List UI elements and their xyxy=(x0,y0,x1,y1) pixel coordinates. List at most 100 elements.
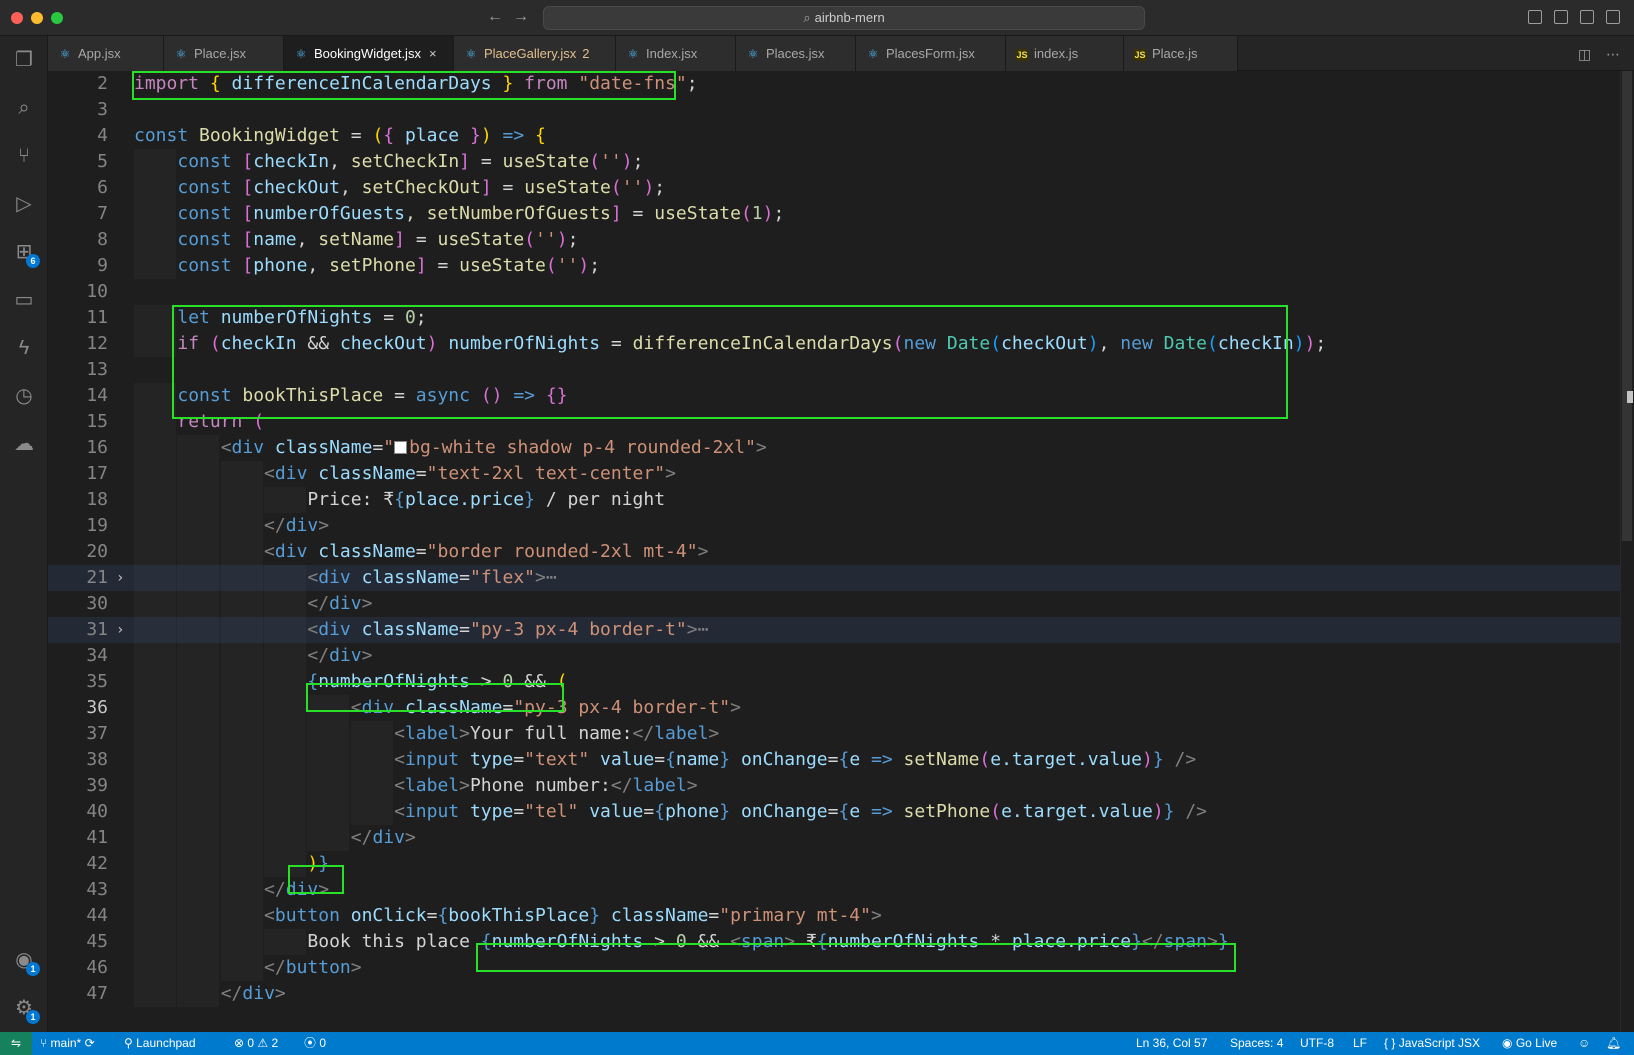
code-line[interactable]: 42 )} xyxy=(48,851,1634,877)
maximize-window-button[interactable] xyxy=(51,12,63,24)
docker-icon[interactable]: ☁ xyxy=(12,432,36,456)
code-line[interactable]: 5 const [checkIn, setCheckIn] = useState… xyxy=(48,149,1634,175)
code-editor[interactable]: 2 import { differenceInCalendarDays } fro… xyxy=(48,71,1634,1032)
tab-places-jsx[interactable]: ⚛ Places.jsx xyxy=(736,36,856,71)
code-line[interactable]: 8 const [name, setName] = useState(''); xyxy=(48,227,1634,253)
code-line[interactable]: 41 </div> xyxy=(48,825,1634,851)
notifications-bell-icon[interactable]: 🔔︎ xyxy=(1606,1032,1621,1055)
scrollbar-thumb[interactable] xyxy=(1622,71,1632,541)
code-line[interactable]: 21 › <div className="flex">⋯ xyxy=(48,565,1634,591)
toggle-panel-icon[interactable] xyxy=(1554,10,1568,24)
code-line[interactable]: 7 const [numberOfGuests, setNumberOfGues… xyxy=(48,201,1634,227)
customize-layout-icon[interactable] xyxy=(1606,10,1620,24)
code-line[interactable]: 30 </div> xyxy=(48,591,1634,617)
command-center-search[interactable]: ⌕ airbnb-mern xyxy=(543,6,1145,30)
code-line[interactable]: 45 Book this place {numberOfNights > 0 &… xyxy=(48,929,1634,955)
language-mode[interactable]: { } JavaScript JSX xyxy=(1384,1032,1480,1055)
code-line[interactable]: 47 </div> xyxy=(48,981,1634,1007)
code-line[interactable]: 13 xyxy=(48,357,1634,383)
lightning-icon[interactable]: ϟ xyxy=(12,336,36,360)
code-line[interactable]: 9 const [phone, setPhone] = useState('')… xyxy=(48,253,1634,279)
code-token: > xyxy=(730,697,741,718)
code-line[interactable]: 31 › <div className="py-3 px-4 border-t">… xyxy=(48,617,1634,643)
fold-chevron-icon[interactable]: › xyxy=(116,565,124,591)
forward-arrow-icon[interactable]: → xyxy=(513,8,529,26)
explorer-icon[interactable]: ❐ xyxy=(12,48,36,72)
cursor-position[interactable]: Ln 36, Col 57 xyxy=(1136,1032,1207,1055)
line-number: 11 xyxy=(86,307,108,328)
eol-status[interactable]: LF xyxy=(1353,1032,1367,1055)
color-swatch-white[interactable] xyxy=(394,441,408,454)
code-line[interactable]: 18 Price: ₹{place.price} / per night xyxy=(48,487,1634,513)
code-line[interactable]: 16 <div className=" bg-white shadow p-4 r… xyxy=(48,435,1634,461)
code-line[interactable]: 35 {numberOfNights > 0 && ( xyxy=(48,669,1634,695)
encoding-status[interactable]: UTF-8 xyxy=(1300,1032,1334,1055)
back-arrow-icon[interactable]: ← xyxy=(487,8,503,26)
code-token: ) xyxy=(480,125,492,146)
tab-place-js[interactable]: JS Place.js xyxy=(1124,36,1238,71)
code-token: Date xyxy=(1163,333,1208,354)
code-line[interactable]: 4 const BookingWidget = ({ place }) => { xyxy=(48,123,1634,149)
code-line[interactable]: 39 <label>Phone number:</label> xyxy=(48,773,1634,799)
branch-status[interactable]: ⑂ main* ⟳ xyxy=(40,1032,95,1055)
code-token: { xyxy=(394,489,405,510)
code-line[interactable]: 10 xyxy=(48,279,1634,305)
fold-chevron-icon[interactable]: › xyxy=(116,617,124,643)
toggle-primary-sidebar-icon[interactable] xyxy=(1528,10,1542,24)
close-window-button[interactable] xyxy=(11,12,23,24)
code-line[interactable]: 46 </button> xyxy=(48,955,1634,981)
code-line[interactable]: 36 <div className="py-3 px-4 border-t"> xyxy=(48,695,1634,721)
tab-index-js[interactable]: JS index.js xyxy=(1006,36,1124,71)
tab-close-icon[interactable]: × xyxy=(429,46,437,61)
indentation-status[interactable]: Spaces: 4 xyxy=(1230,1032,1283,1055)
search-icon[interactable]: ⌕ xyxy=(12,96,36,120)
code-line[interactable]: 43 </div> xyxy=(48,877,1634,903)
code-token: div xyxy=(274,541,319,562)
code-token: ) xyxy=(1141,749,1153,770)
toggle-secondary-sidebar-icon[interactable] xyxy=(1580,10,1594,24)
problems-status[interactable]: ⊗ 0 ⚠ 2 xyxy=(234,1032,278,1055)
remote-indicator-icon[interactable]: ⇋ xyxy=(0,1032,32,1055)
more-actions-icon[interactable]: ⋯ xyxy=(1606,46,1620,63)
code-line[interactable]: 6 const [checkOut, setCheckOut] = useSta… xyxy=(48,175,1634,201)
copilot-icon[interactable]: ☺ xyxy=(1578,1032,1590,1055)
code-token: = xyxy=(372,437,384,458)
code-line[interactable]: 20 <div className="border rounded-2xl mt… xyxy=(48,539,1634,565)
launchpad-status[interactable]: ⚲ Launchpad xyxy=(124,1032,196,1055)
source-control-icon[interactable]: ⑂ xyxy=(12,144,36,168)
extensions-icon[interactable]: ⊞ 6 xyxy=(12,240,40,268)
code-line[interactable]: 38 <input type="text" value={name} onCha… xyxy=(48,747,1634,773)
accounts-icon[interactable]: ◉ 1 xyxy=(12,948,40,976)
editor-scrollbar[interactable] xyxy=(1620,71,1634,1032)
code-line[interactable]: 2 import { differenceInCalendarDays } fro… xyxy=(48,71,1634,97)
code-line[interactable]: 17 <div className="text-2xl text-center"… xyxy=(48,461,1634,487)
tab-bookingwidget-jsx[interactable]: ⚛ BookingWidget.jsx × xyxy=(284,36,454,71)
tab-place-jsx[interactable]: ⚛ Place.jsx xyxy=(164,36,284,71)
timeline-icon[interactable]: ◷ xyxy=(12,384,36,408)
tab-index-jsx[interactable]: ⚛ Index.jsx xyxy=(616,36,736,71)
remote-explorer-icon[interactable]: ▭ xyxy=(12,288,36,312)
code-line[interactable]: 40 <input type="tel" value={phone} onCha… xyxy=(48,799,1634,825)
code-line[interactable]: 37 <label>Your full name:</label> xyxy=(48,721,1634,747)
code-line[interactable]: 15 return ( xyxy=(48,409,1634,435)
tab-placesform-jsx[interactable]: ⚛ PlacesForm.jsx xyxy=(856,36,1006,71)
ports-status[interactable]: ⦿ 0 xyxy=(304,1032,326,1055)
code-line[interactable]: 44 <button onClick={bookThisPlace} class… xyxy=(48,903,1634,929)
run-debug-icon[interactable]: ▷ xyxy=(12,192,36,216)
code-line[interactable]: 12 if (checkIn && checkOut) numberOfNigh… xyxy=(48,331,1634,357)
tab-app-jsx[interactable]: ⚛ App.jsx xyxy=(48,36,164,71)
go-live-status[interactable]: ◉ Go Live xyxy=(1502,1032,1557,1055)
code-line[interactable]: 19 </div> xyxy=(48,513,1634,539)
code-token: } xyxy=(1131,931,1142,952)
code-token: { xyxy=(665,749,676,770)
code-line[interactable]: 11 let numberOfNights = 0; xyxy=(48,305,1634,331)
code-line[interactable]: 3 xyxy=(48,97,1634,123)
split-editor-icon[interactable]: ◫ xyxy=(1578,46,1591,63)
code-line[interactable]: 34 </div> xyxy=(48,643,1634,669)
settings-gear-icon[interactable]: ⚙ 1 xyxy=(12,996,40,1024)
code-token: </ xyxy=(1141,931,1164,952)
code-token: numberOfNights xyxy=(220,307,373,328)
minimize-window-button[interactable] xyxy=(31,12,43,24)
code-line[interactable]: 14 const bookThisPlace = async () => {} xyxy=(48,383,1634,409)
tab-placegallery-jsx[interactable]: ⚛ PlaceGallery.jsx 2 xyxy=(454,36,616,71)
